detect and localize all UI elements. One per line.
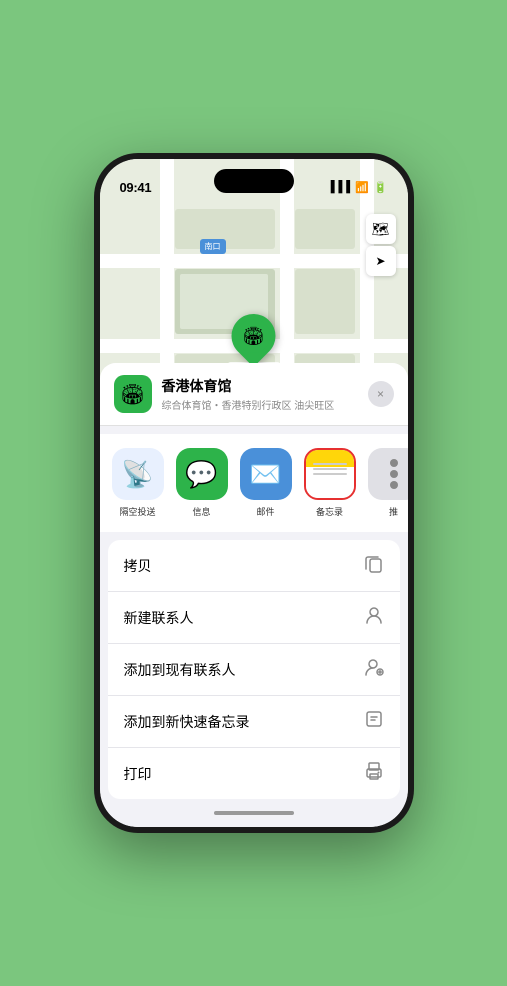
add-existing-icon: [364, 657, 384, 682]
venue-description: 综合体育馆・香港特别行政区 油尖旺区: [162, 397, 358, 412]
print-icon: [364, 761, 384, 786]
share-item-notes[interactable]: 备忘录: [302, 448, 358, 518]
dot3: [390, 481, 398, 489]
more-icon: [368, 448, 408, 500]
mail-label: 邮件: [256, 505, 274, 518]
action-item-add-note[interactable]: 添加到新快速备忘录: [108, 696, 400, 748]
messages-symbol: 💬: [185, 459, 217, 490]
action-item-print[interactable]: 打印: [108, 748, 400, 799]
more-label: 推: [389, 505, 398, 518]
home-bar: [214, 811, 294, 815]
airdrop-label: 隔空投送: [119, 505, 155, 518]
map-icon: 🗺: [372, 221, 390, 238]
notes-icon-inner: [306, 450, 354, 498]
dot1: [390, 459, 398, 467]
action-item-add-existing[interactable]: 添加到现有联系人: [108, 644, 400, 696]
add-note-label: 添加到新快速备忘录: [124, 712, 250, 732]
share-item-more[interactable]: 推: [366, 448, 408, 518]
status-icons: ▐▐▐ 📶 🔋: [327, 181, 388, 194]
close-button[interactable]: ×: [368, 381, 394, 407]
pin-emoji: 🏟: [242, 326, 265, 347]
close-icon: ×: [377, 387, 384, 401]
copy-label: 拷贝: [124, 556, 152, 576]
notes-line-1: [313, 463, 347, 465]
dot2: [390, 470, 398, 478]
venue-header: 🏟 香港体育馆 综合体育馆・香港特别行政区 油尖旺区 ×: [100, 363, 408, 426]
venue-icon: 🏟: [114, 375, 152, 413]
phone-frame: 09:41 ▐▐▐ 📶 🔋: [94, 153, 414, 833]
messages-label: 信息: [192, 505, 210, 518]
new-contact-icon: [364, 605, 384, 630]
share-item-messages[interactable]: 💬 信息: [174, 448, 230, 518]
home-indicator: [100, 799, 408, 827]
bottom-sheet: 🏟 香港体育馆 综合体育馆・香港特别行政区 油尖旺区 × 📡 隔空投送: [100, 363, 408, 827]
action-item-copy[interactable]: 拷贝: [108, 540, 400, 592]
venue-emoji: 🏟: [120, 382, 145, 407]
airdrop-symbol: 📡: [121, 459, 153, 490]
map-label: 南口: [200, 239, 226, 254]
mail-symbol: ✉️: [249, 459, 281, 490]
action-list: 拷贝 新建联系人: [108, 540, 400, 799]
print-label: 打印: [124, 764, 152, 784]
venue-info: 香港体育馆 综合体育馆・香港特别行政区 油尖旺区: [162, 376, 358, 412]
battery-icon: 🔋: [374, 181, 388, 194]
copy-icon: [364, 553, 384, 578]
location-button[interactable]: ➤: [366, 246, 396, 276]
share-item-airdrop[interactable]: 📡 隔空投送: [110, 448, 166, 518]
dynamic-island: [214, 169, 294, 193]
signal-icon: ▐▐▐: [327, 181, 350, 193]
notes-line-2: [313, 468, 347, 470]
notes-label: 备忘录: [316, 505, 343, 518]
share-actions-row: 📡 隔空投送 💬 信息 ✉️ 邮件: [100, 434, 408, 532]
map-block: [295, 269, 355, 334]
map-label-text: 南口: [205, 242, 221, 251]
new-contact-label: 新建联系人: [124, 608, 194, 628]
status-time: 09:41: [120, 180, 152, 195]
action-item-new-contact[interactable]: 新建联系人: [108, 592, 400, 644]
pin-inner: 🏟: [236, 319, 270, 353]
location-icon: ➤: [375, 254, 385, 268]
map-block: [295, 209, 355, 249]
map-type-button[interactable]: 🗺: [366, 214, 396, 244]
airdrop-icon: 📡: [112, 448, 164, 500]
phone-screen: 09:41 ▐▐▐ 📶 🔋: [100, 159, 408, 827]
notes-line-3: [313, 473, 347, 475]
messages-icon: 💬: [176, 448, 228, 500]
notes-icon-container: [304, 448, 356, 500]
pin-shape: 🏟: [222, 305, 284, 367]
mail-icon: ✉️: [240, 448, 292, 500]
share-item-mail[interactable]: ✉️ 邮件: [238, 448, 294, 518]
add-existing-label: 添加到现有联系人: [124, 660, 236, 680]
map-controls: 🗺 ➤: [366, 214, 396, 276]
venue-name: 香港体育馆: [162, 376, 358, 396]
wifi-icon: 📶: [355, 181, 369, 194]
add-note-icon: [364, 709, 384, 734]
